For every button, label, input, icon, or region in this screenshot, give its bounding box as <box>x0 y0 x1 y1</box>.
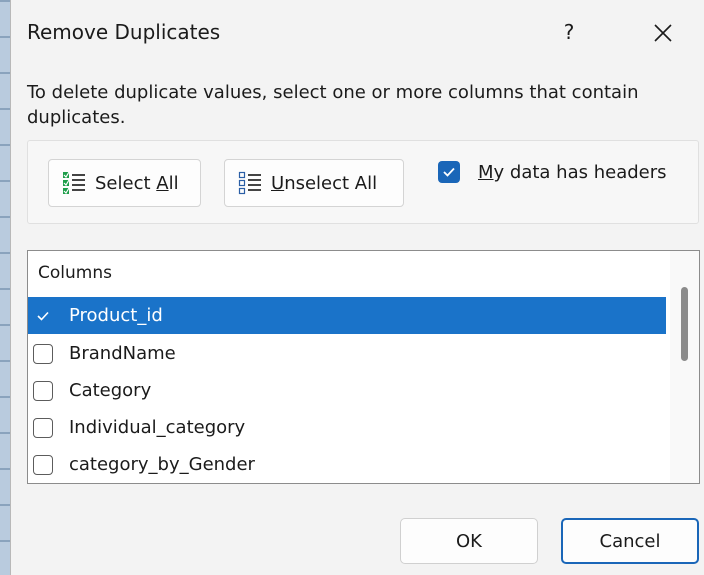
dialog-title: Remove Duplicates <box>27 20 221 44</box>
ok-button[interactable]: OK <box>400 518 538 564</box>
help-button[interactable]: ? <box>549 14 589 50</box>
list-item-product-id[interactable]: Product_id <box>28 297 666 334</box>
vertical-scrollbar[interactable] <box>670 251 699 483</box>
list-item-label: Individual_category <box>69 417 246 438</box>
list-item-individual-category[interactable]: Individual_category <box>28 409 666 446</box>
list-item-label: Product_id <box>69 305 163 326</box>
columns-list-header: Columns <box>38 263 112 283</box>
my-data-has-headers-label: My data has headers <box>478 161 667 183</box>
checkbox-checked-icon <box>438 161 460 183</box>
list-item-brandname[interactable]: BrandName <box>28 335 666 372</box>
selection-buttons-panel: Select All Unselect All My data has head… <box>27 140 699 224</box>
scrollbar-thumb[interactable] <box>681 287 688 361</box>
checkbox-unchecked[interactable] <box>33 343 53 364</box>
list-item-label: Category <box>69 380 152 401</box>
list-item-category[interactable]: Category <box>28 372 666 409</box>
list-item-category-by-gender[interactable]: category_by_Gender <box>28 446 666 483</box>
select-all-button[interactable]: Select All <box>48 159 201 207</box>
remove-duplicates-dialog: Remove Duplicates ? To delete duplicate … <box>10 0 704 575</box>
columns-list: Columns Product_id BrandName Category In… <box>27 250 700 484</box>
unselect-all-button[interactable]: Unselect All <box>224 159 404 207</box>
select-all-icon <box>61 170 87 196</box>
list-item-label: BrandName <box>69 343 176 364</box>
unselect-all-icon <box>237 170 263 196</box>
list-item-label: category_by_Gender <box>69 454 255 475</box>
my-data-has-headers-checkbox[interactable]: My data has headers <box>438 161 667 183</box>
checkbox-unchecked[interactable] <box>33 380 53 401</box>
checkbox-unchecked[interactable] <box>33 454 53 475</box>
close-icon <box>654 23 672 42</box>
checkbox-unchecked[interactable] <box>33 417 53 438</box>
instructions-text: To delete duplicate values, select one o… <box>27 82 639 128</box>
close-button[interactable] <box>643 14 683 50</box>
title-bar: Remove Duplicates ? <box>11 0 704 66</box>
check-icon[interactable] <box>33 306 53 326</box>
select-all-label: Select All <box>95 172 179 194</box>
cancel-button[interactable]: Cancel <box>561 518 699 564</box>
unselect-all-label: Unselect All <box>271 172 378 194</box>
